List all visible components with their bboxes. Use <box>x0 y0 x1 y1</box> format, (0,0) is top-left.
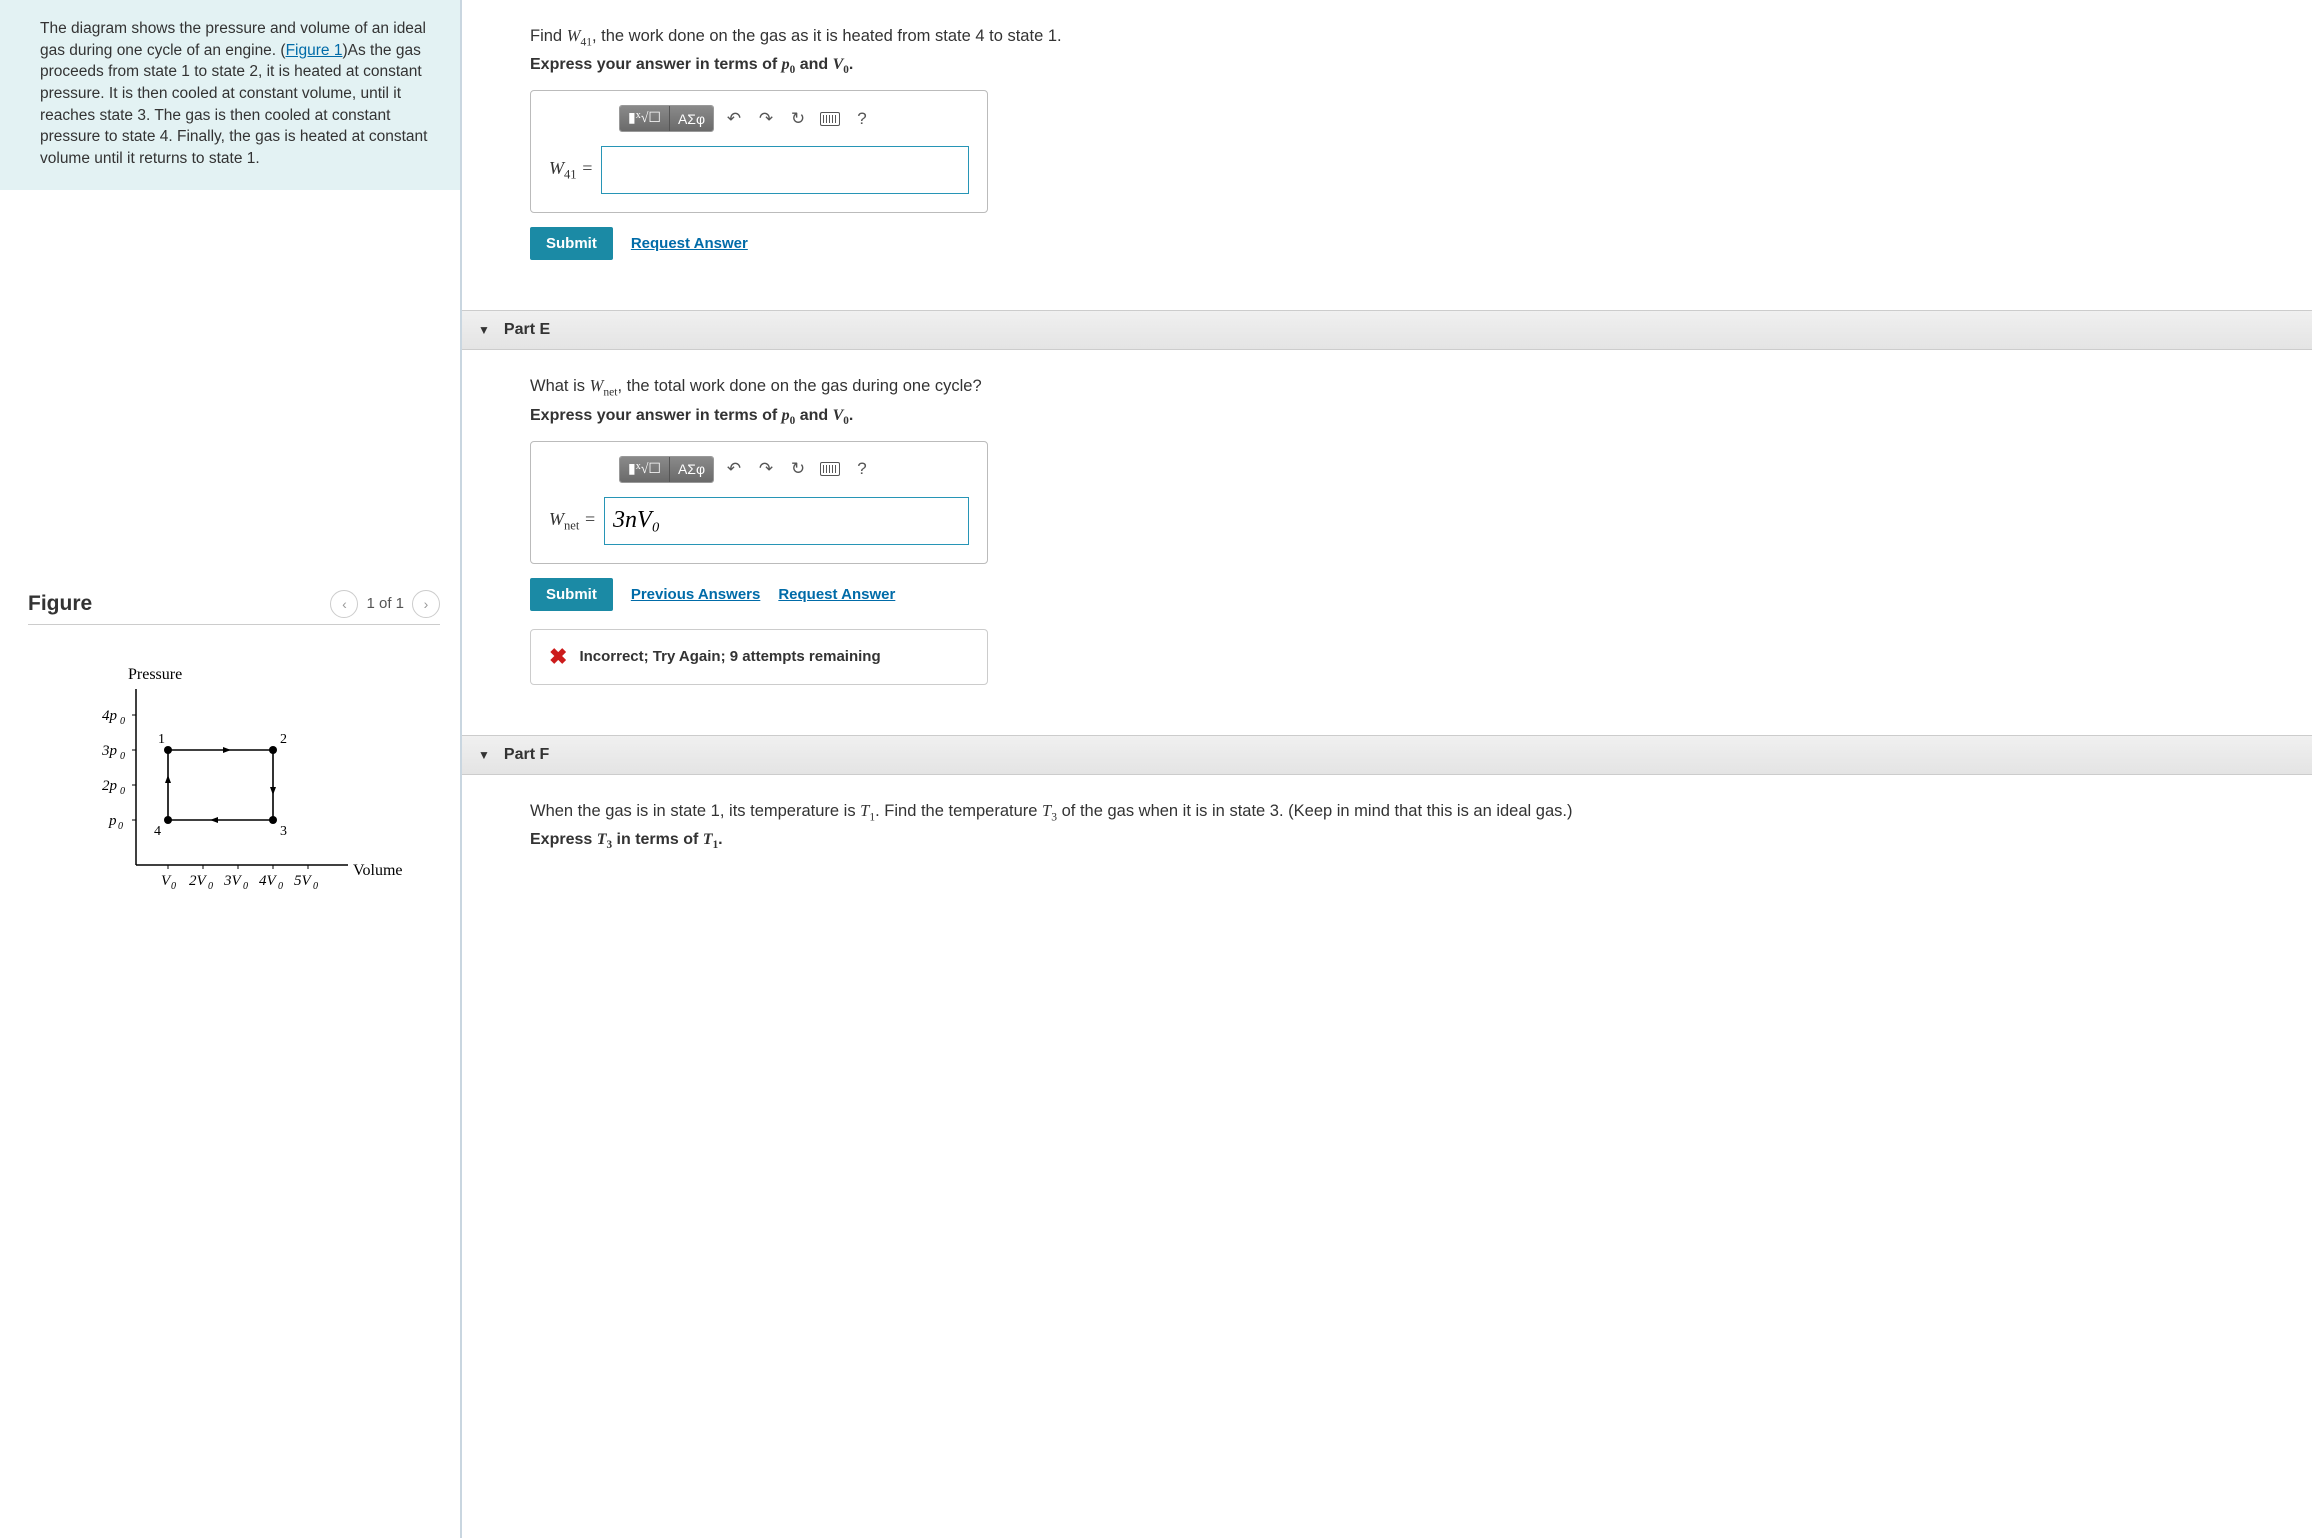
partd-question: Find W41, the work done on the gas as it… <box>530 26 2272 48</box>
partd-answer-box: ▮x√☐ ΑΣφ ↶ ↷ ↻ ? W41 = <box>530 90 988 213</box>
ylabel: Pressure <box>128 666 182 683</box>
partd-submit-button[interactable]: Submit <box>530 227 613 260</box>
undo-button[interactable]: ↶ <box>718 456 750 482</box>
svg-text:3p: 3p <box>101 743 118 759</box>
parte-request-answer-link[interactable]: Request Answer <box>778 586 895 603</box>
parte-eq-label: Wnet = <box>549 509 596 534</box>
right-panel: Find W41, the work done on the gas as it… <box>462 0 2312 1538</box>
caret-down-icon: ▼ <box>478 748 490 762</box>
parte-submit-button[interactable]: Submit <box>530 578 613 611</box>
svg-text:0: 0 <box>278 881 283 892</box>
keyboard-icon <box>820 462 840 476</box>
reset-button[interactable]: ↻ <box>782 106 814 132</box>
svg-text:2p: 2p <box>102 778 118 794</box>
reset-button[interactable]: ↻ <box>782 456 814 482</box>
svg-text:4: 4 <box>154 824 161 839</box>
undo-button[interactable]: ↶ <box>718 106 750 132</box>
parte-title: Part E <box>504 321 550 339</box>
parte-body: What is Wnet, the total work done on the… <box>462 350 2312 708</box>
svg-text:5V: 5V <box>294 873 313 889</box>
parte-feedback: ✖ Incorrect; Try Again; 9 attempts remai… <box>530 629 988 685</box>
svg-text:3: 3 <box>280 824 287 839</box>
part-d-body: Find W41, the work done on the gas as it… <box>462 0 2312 284</box>
help-button[interactable]: ? <box>846 456 878 482</box>
partd-express: Express your answer in terms of p0 and V… <box>530 56 2272 76</box>
svg-text:2V: 2V <box>189 873 208 889</box>
parte-question: What is Wnet, the total work done on the… <box>530 376 2272 398</box>
greek-button[interactable]: ΑΣφ <box>670 457 713 482</box>
keyboard-button[interactable] <box>814 106 846 132</box>
svg-text:0: 0 <box>208 881 213 892</box>
templates-button[interactable]: ▮x√☐ <box>620 457 670 482</box>
svg-text:0: 0 <box>120 786 125 797</box>
figure-canvas: Pressure Volume 4p0 3p0 2p0 p0 <box>28 665 440 909</box>
problem-text-b: )As the gas proceeds from state 1 to sta… <box>40 42 427 167</box>
svg-text:0: 0 <box>243 881 248 892</box>
partf-question: When the gas is in state 1, its temperat… <box>530 801 2272 823</box>
svg-text:0: 0 <box>171 881 176 892</box>
parte-express: Express your answer in terms of p0 and V… <box>530 407 2272 427</box>
parte-answer-input[interactable] <box>604 497 969 545</box>
partf-body: When the gas is in state 1, its temperat… <box>462 775 2312 889</box>
svg-text:p: p <box>108 813 117 829</box>
figure-link[interactable]: Figure 1 <box>286 42 343 59</box>
parte-feedback-text: Incorrect; Try Again; 9 attempts remaini… <box>579 648 880 665</box>
svg-text:0: 0 <box>118 821 123 832</box>
parte-header[interactable]: ▼ Part E <box>462 310 2312 350</box>
left-panel: The diagram shows the pressure and volum… <box>0 0 462 1538</box>
incorrect-icon: ✖ <box>549 644 567 670</box>
problem-statement: The diagram shows the pressure and volum… <box>0 0 460 190</box>
xlabel: Volume <box>353 862 402 879</box>
svg-text:1: 1 <box>158 732 165 747</box>
figure-pager-text: 1 of 1 <box>366 595 404 612</box>
partd-answer-input[interactable] <box>601 146 969 194</box>
svg-text:4p: 4p <box>102 708 118 724</box>
svg-text:2: 2 <box>280 732 287 747</box>
keyboard-button[interactable] <box>814 456 846 482</box>
redo-button[interactable]: ↷ <box>750 456 782 482</box>
parte-answer-box: ▮x√☐ ΑΣφ ↶ ↷ ↻ ? Wnet = <box>530 441 988 564</box>
svg-text:0: 0 <box>120 716 125 727</box>
pv-diagram: Pressure Volume 4p0 3p0 2p0 p0 <box>68 665 408 905</box>
figure-next-button[interactable]: › <box>412 590 440 618</box>
svg-text:4V: 4V <box>259 873 278 889</box>
keyboard-icon <box>820 112 840 126</box>
greek-button[interactable]: ΑΣφ <box>670 106 713 131</box>
help-button[interactable]: ? <box>846 106 878 132</box>
equation-toolbar: ▮x√☐ ΑΣφ ↶ ↷ ↻ ? <box>619 456 969 483</box>
equation-toolbar: ▮x√☐ ΑΣφ ↶ ↷ ↻ ? <box>619 105 969 132</box>
svg-text:3V: 3V <box>223 873 243 889</box>
parte-previous-answers-link[interactable]: Previous Answers <box>631 586 761 603</box>
figure-prev-button[interactable]: ‹ <box>330 590 358 618</box>
partf-express: Express T3 in terms of T1. <box>530 831 2272 851</box>
partd-request-answer-link[interactable]: Request Answer <box>631 235 748 252</box>
redo-button[interactable]: ↷ <box>750 106 782 132</box>
svg-text:0: 0 <box>120 751 125 762</box>
caret-down-icon: ▼ <box>478 323 490 337</box>
partf-header[interactable]: ▼ Part F <box>462 735 2312 775</box>
figure-pager: ‹ 1 of 1 › <box>330 590 440 618</box>
figure-section: Figure ‹ 1 of 1 › Pressure Volume <box>0 590 460 909</box>
partd-eq-label: W41 = <box>549 158 593 183</box>
templates-button[interactable]: ▮x√☐ <box>620 106 670 131</box>
svg-text:0: 0 <box>313 881 318 892</box>
figure-heading: Figure <box>28 592 92 616</box>
partf-title: Part F <box>504 746 549 764</box>
